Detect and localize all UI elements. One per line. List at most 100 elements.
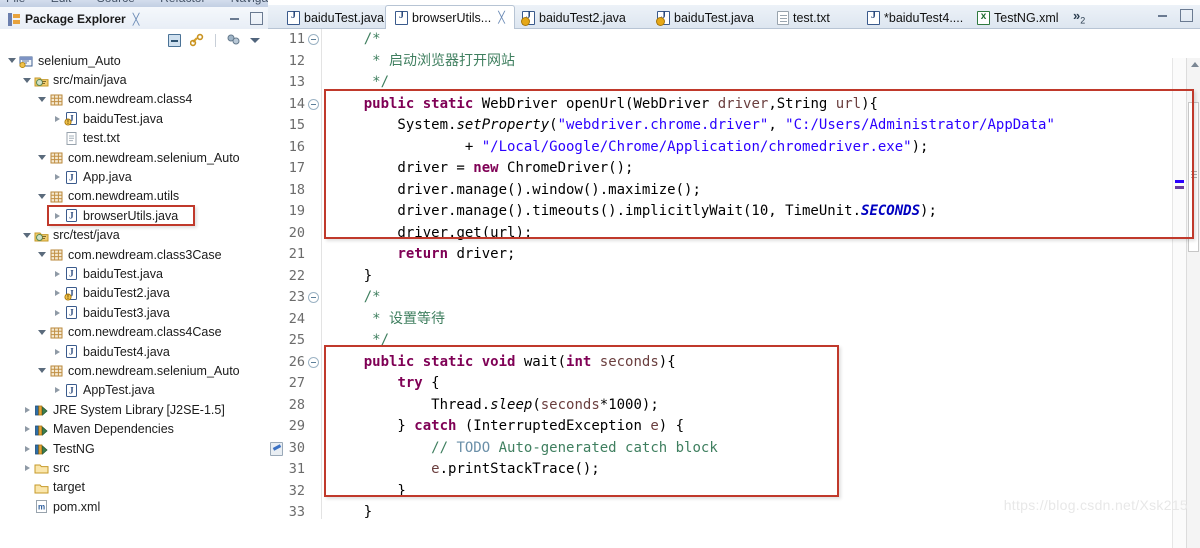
chevron-right-icon[interactable]	[51, 271, 63, 277]
code-line[interactable]: }	[322, 502, 1200, 519]
collapse-all-icon[interactable]	[168, 34, 181, 47]
editor-tab[interactable]: browserUtils...╳	[385, 5, 515, 30]
chevron-right-icon[interactable]	[21, 446, 33, 452]
tree-item[interactable]: JbaiduTest3.java	[0, 303, 268, 322]
chevron-down-icon[interactable]	[36, 97, 48, 102]
code-line[interactable]: */	[322, 330, 1200, 352]
package-explorer-tab[interactable]: Package Explorer ╳	[4, 9, 143, 29]
code-line[interactable]: public static void wait(int seconds){	[322, 352, 1200, 374]
tree-item[interactable]: selenium_Auto	[0, 51, 268, 70]
code-line[interactable]: } catch (InterruptedException e) {	[322, 416, 1200, 438]
code-line[interactable]: Thread.sleep(seconds*1000);	[322, 395, 1200, 417]
link-with-editor-icon[interactable]	[190, 33, 205, 47]
todo-task-marker-icon[interactable]	[270, 442, 283, 456]
editor-tab[interactable]: *baiduTest4....	[858, 6, 972, 29]
code-line[interactable]: driver = new ChromeDriver();	[322, 158, 1200, 180]
tree-item[interactable]: test.txt	[0, 129, 268, 148]
close-icon[interactable]: ╳	[498, 11, 505, 24]
view-menu-icon[interactable]	[226, 33, 241, 47]
tree-item[interactable]: com.newdream.class3Case	[0, 245, 268, 264]
tree-item[interactable]: mpom.xml	[0, 497, 268, 516]
minimize-icon[interactable]	[228, 11, 241, 24]
code-editor[interactable]: 1112131415161718192021222324252627282930…	[268, 29, 1200, 519]
overview-ruler[interactable]	[1172, 58, 1186, 548]
chevron-down-icon[interactable]	[36, 330, 48, 335]
chevron-right-icon[interactable]	[51, 174, 63, 180]
menu-item-file[interactable]: File	[6, 0, 25, 5]
chevron-right-icon[interactable]	[51, 349, 63, 355]
code-line[interactable]: System.setProperty("webdriver.chrome.dri…	[322, 115, 1200, 137]
tree-item[interactable]: com.newdream.class4Case	[0, 322, 268, 341]
tree-item[interactable]: JApp.java	[0, 167, 268, 186]
tree-item[interactable]: com.newdream.utils	[0, 187, 268, 206]
code-line[interactable]: + "/Local/Google/Chrome/Application/chro…	[322, 137, 1200, 159]
chevron-down-icon[interactable]	[36, 194, 48, 199]
code-line[interactable]: public static WebDriver openUrl(WebDrive…	[322, 94, 1200, 116]
chevron-right-icon[interactable]	[51, 116, 63, 122]
chevron-right-icon[interactable]	[51, 213, 63, 219]
menu-item-source[interactable]: Source	[97, 0, 135, 5]
menu-item-edit[interactable]: Edit	[51, 0, 72, 5]
chevron-right-icon[interactable]	[51, 387, 63, 393]
chevron-right-icon[interactable]	[21, 407, 33, 413]
chevron-right-icon[interactable]	[21, 465, 33, 471]
tree-item[interactable]: com.newdream.selenium_Auto	[0, 361, 268, 380]
tree-item[interactable]: com.newdream.class4	[0, 90, 268, 109]
code-line[interactable]: /*	[322, 287, 1200, 309]
editor-vertical-scrollbar[interactable]	[1186, 58, 1200, 548]
tree-item[interactable]: J!baiduTest.java	[0, 109, 268, 128]
code-line[interactable]: /*	[322, 29, 1200, 51]
scrollbar-thumb[interactable]	[1188, 102, 1199, 252]
fold-collapse-icon[interactable]	[308, 292, 319, 303]
chevron-down-icon[interactable]	[6, 58, 18, 63]
code-line[interactable]: * 设置等待	[322, 309, 1200, 331]
editor-minimize-icon[interactable]	[1156, 8, 1169, 21]
fold-collapse-icon[interactable]	[308, 34, 319, 45]
close-icon[interactable]: ╳	[133, 13, 140, 26]
editor-maximize-icon[interactable]	[1179, 8, 1192, 21]
tree-item[interactable]: target	[0, 478, 268, 497]
scroll-up-icon[interactable]	[1191, 62, 1199, 67]
editor-tab[interactable]: test.txt	[768, 6, 839, 29]
code-line[interactable]: * 启动浏览器打开网站	[322, 51, 1200, 73]
tree-item[interactable]: TestNG	[0, 439, 268, 458]
code-line[interactable]: e.printStackTrace();	[322, 459, 1200, 481]
tree-item[interactable]: src	[0, 458, 268, 477]
fold-collapse-icon[interactable]	[308, 357, 319, 368]
chevron-down-icon[interactable]	[21, 78, 33, 83]
code-line[interactable]: driver.get(url);	[322, 223, 1200, 245]
code-line[interactable]: }	[322, 266, 1200, 288]
project-tree[interactable]: selenium_Autosrc/main/javacom.newdream.c…	[0, 51, 268, 519]
editor-tab[interactable]: baiduTest2.java	[513, 6, 635, 29]
tree-item[interactable]: J!baiduTest2.java	[0, 284, 268, 303]
chevron-down-icon[interactable]	[36, 368, 48, 373]
tree-item[interactable]: JAppTest.java	[0, 381, 268, 400]
menu-item-refactor[interactable]: Refactor	[160, 0, 205, 5]
tree-item[interactable]: com.newdream.selenium_Auto	[0, 148, 268, 167]
tree-item[interactable]: JbaiduTest4.java	[0, 342, 268, 361]
code-content[interactable]: /* * 启动浏览器打开网站 */ public static WebDrive…	[322, 29, 1200, 519]
tree-item[interactable]: JRE System Library[J2SE-1.5]	[0, 400, 268, 419]
code-line[interactable]: }	[322, 481, 1200, 503]
editor-tab[interactable]: baiduTest.java	[278, 6, 393, 29]
chevron-down-icon[interactable]	[21, 233, 33, 238]
editor-tab[interactable]: baiduTest.java	[648, 6, 763, 29]
editor-tab-overflow[interactable]: »2	[1073, 8, 1085, 26]
tree-item[interactable]: src/test/java	[0, 226, 268, 245]
tree-item[interactable]: JbrowserUtils.java	[0, 206, 268, 225]
editor-tab[interactable]: TestNG.xml	[968, 6, 1068, 29]
line-number-gutter[interactable]: 1112131415161718192021222324252627282930…	[268, 29, 322, 519]
code-line[interactable]: // TODO Auto-generated catch block	[322, 438, 1200, 460]
chevron-down-icon[interactable]	[36, 252, 48, 257]
code-line[interactable]: return driver;	[322, 244, 1200, 266]
chevron-down-icon[interactable]	[250, 38, 260, 43]
chevron-right-icon[interactable]	[51, 290, 63, 296]
tree-item[interactable]: src/main/java	[0, 70, 268, 89]
code-line[interactable]: driver.manage().timeouts().implicitlyWai…	[322, 201, 1200, 223]
code-line[interactable]: try {	[322, 373, 1200, 395]
code-line[interactable]: */	[322, 72, 1200, 94]
maximize-icon[interactable]	[249, 11, 262, 24]
code-line[interactable]: driver.manage().window().maximize();	[322, 180, 1200, 202]
chevron-right-icon[interactable]	[51, 310, 63, 316]
fold-collapse-icon[interactable]	[308, 99, 319, 110]
